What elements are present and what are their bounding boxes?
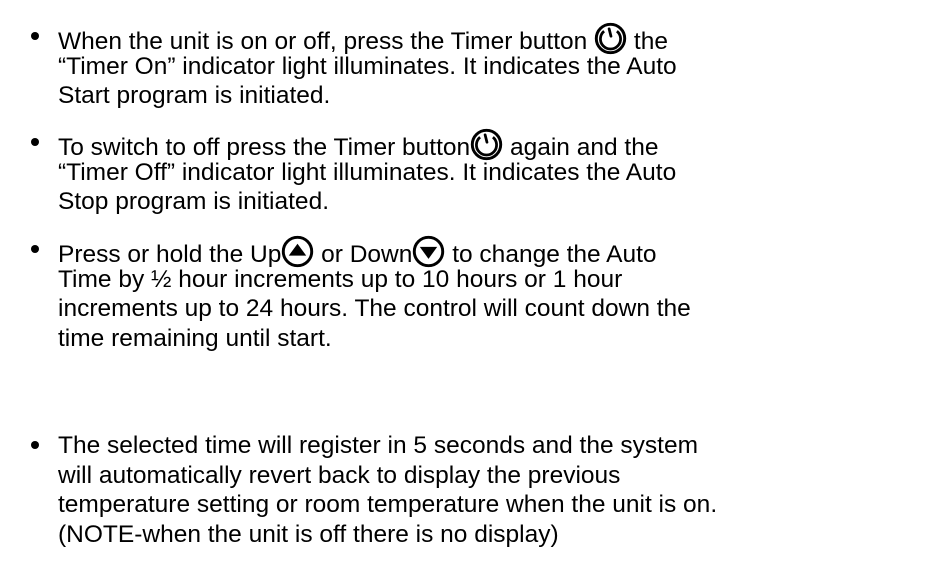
- up-arrow-icon: [281, 235, 314, 268]
- text-line: Stop program is initiated.: [58, 188, 329, 215]
- text-line: will automatically revert back to displa…: [58, 461, 621, 489]
- bullet-text: When the unit is on or off, press the Ti…: [58, 22, 928, 111]
- text-line: The selected time will register in 5 sec…: [58, 432, 699, 459]
- text-line: To switch to off press the Timer button …: [58, 128, 928, 161]
- text-line: “Timer On” indicator light illuminates. …: [58, 52, 677, 80]
- text-line: temperature setting or room temperature …: [58, 491, 718, 518]
- bullet-marker: [30, 431, 40, 461]
- text-line: Start program is initiated.: [58, 82, 331, 109]
- bullet-text: To switch to off press the Timer button …: [58, 128, 928, 217]
- text-line: When the unit is on or off, press the Ti…: [58, 22, 928, 55]
- text-segment: again and the: [503, 134, 659, 161]
- text-line: (NOTE-when the unit is off there is no d…: [58, 520, 559, 548]
- text-segment: the: [627, 28, 668, 55]
- bullet-text: Press or hold the Up or Down to change t…: [58, 235, 928, 353]
- text-segment: Press or hold the Up: [58, 241, 282, 268]
- text-line: Press or hold the Up or Down to change t…: [58, 235, 928, 268]
- text-segment: When the unit is on or off, press the Ti…: [58, 28, 595, 55]
- instruction-document: When the unit is on or off, press the Ti…: [0, 0, 934, 573]
- text-segment: to change the Auto: [445, 241, 657, 268]
- text-line: “Timer Off” indicator light illuminates.…: [58, 158, 677, 186]
- timer-icon: [470, 128, 503, 161]
- bullet-marker: [30, 235, 40, 265]
- text-segment: To switch to off press the Timer button: [58, 134, 471, 161]
- down-arrow-icon: [412, 235, 445, 268]
- text-line: increments up to 24 hours. The control w…: [58, 295, 691, 322]
- text-line: Time by ½ hour increments up to 10 hours…: [58, 265, 623, 293]
- text-line: time remaining until start.: [58, 324, 332, 352]
- bullet-text: The selected time will register in 5 sec…: [58, 431, 928, 549]
- timer-icon: [594, 22, 627, 55]
- bullet-marker: [30, 22, 40, 52]
- text-segment: or Down: [314, 241, 413, 268]
- bullet-marker: [30, 128, 40, 158]
